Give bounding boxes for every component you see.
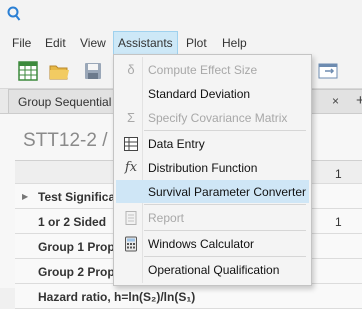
menu-separator — [144, 204, 306, 205]
spreadsheet-icon[interactable] — [17, 60, 39, 82]
menu-plot[interactable]: Plot — [182, 32, 211, 54]
menu-item-label: Survival Parameter Converter — [148, 185, 307, 199]
menu-separator — [144, 130, 306, 131]
menu-file[interactable]: File — [8, 32, 35, 54]
save-icon[interactable] — [82, 60, 104, 82]
add-tab-icon[interactable]: + — [356, 92, 362, 109]
menu-assistants[interactable]: Assistants — [113, 31, 178, 55]
delta-icon: δ — [127, 62, 135, 77]
title-bar — [0, 0, 362, 32]
grid-column-header: 1 — [335, 167, 342, 181]
menu-item-label: Specify Covariance Matrix — [148, 111, 288, 125]
row-label: 1 or 2 Sided — [38, 215, 107, 229]
menu-item-label: Report — [148, 211, 185, 225]
row-label: Test Significa — [38, 190, 116, 204]
app-logo-icon — [7, 6, 21, 21]
menu-item-label: Distribution Function — [148, 161, 258, 175]
document-tab-label: Group Sequential — [18, 95, 112, 109]
row-value[interactable]: 1 — [335, 215, 342, 229]
menu-item-specify-covariance-matrix[interactable]: Σ Specify Covariance Matrix — [116, 106, 309, 129]
menu-item-standard-deviation[interactable]: Standard Deviation — [116, 82, 309, 105]
menu-item-survival-parameter-converter[interactable]: Survival Parameter Converter — [116, 180, 309, 203]
sigma-icon: Σ — [126, 110, 136, 125]
row-label: Group 1 Prop — [38, 240, 115, 254]
menu-view[interactable]: View — [76, 32, 110, 54]
tab-close-icon[interactable]: × — [332, 94, 339, 108]
menu-item-label: Windows Calculator — [148, 237, 255, 251]
menu-bar: File Edit View Assistants Plot Help — [0, 31, 362, 55]
panel-toggle-icon[interactable] — [317, 60, 339, 82]
data-entry-icon — [124, 137, 138, 151]
menu-item-distribution-function[interactable]: fx Distribution Function — [116, 156, 309, 179]
menu-item-label: Data Entry — [148, 137, 205, 151]
document-title: STT12-2 / G — [23, 130, 128, 151]
grid-row-hazard-ratio[interactable]: Hazard ratio, h=ln(S₂)/ln(S₁) — [15, 284, 362, 309]
calculator-icon — [125, 236, 137, 252]
expand-arrow-icon[interactable]: ▶ — [22, 192, 28, 201]
menu-item-compute-effect-size[interactable]: δ Compute Effect Size — [116, 58, 309, 81]
menu-item-label: Compute Effect Size — [148, 63, 258, 77]
menu-item-label: Operational Qualification — [148, 263, 280, 277]
menu-edit[interactable]: Edit — [41, 32, 70, 54]
row-label: Group 2 Prop — [38, 265, 115, 279]
row-label: Hazard ratio, h=ln(S₂)/ln(S₁) — [38, 290, 196, 304]
assistants-dropdown-menu: δ Compute Effect Size Standard Deviation… — [113, 54, 312, 286]
menu-item-windows-calculator[interactable]: Windows Calculator — [116, 232, 309, 255]
menu-separator — [144, 256, 306, 257]
menu-item-data-entry[interactable]: Data Entry — [116, 132, 309, 155]
menu-item-operational-qualification[interactable]: Operational Qualification — [116, 258, 309, 281]
menu-item-report[interactable]: Report — [116, 206, 309, 229]
report-icon — [125, 211, 137, 225]
menu-help[interactable]: Help — [218, 32, 251, 54]
fx-icon: fx — [124, 160, 138, 175]
menu-separator — [144, 230, 306, 231]
open-folder-icon[interactable] — [48, 60, 70, 82]
menu-item-label: Standard Deviation — [148, 87, 251, 101]
